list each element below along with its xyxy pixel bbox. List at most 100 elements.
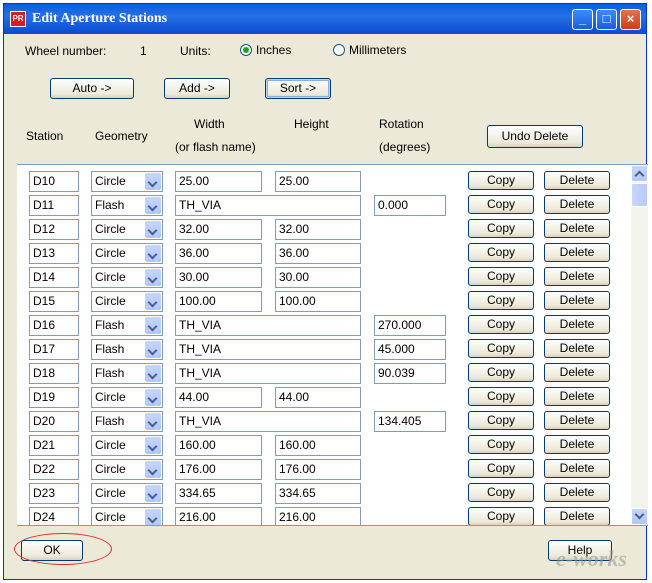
- geometry-select[interactable]: Circle: [91, 387, 163, 408]
- copy-button[interactable]: Copy: [468, 291, 534, 310]
- height-field[interactable]: 25.00: [275, 171, 361, 192]
- vertical-scrollbar[interactable]: [631, 165, 648, 525]
- chevron-down-icon[interactable]: [145, 413, 161, 430]
- rotation-field[interactable]: 0.000: [374, 195, 446, 216]
- chevron-down-icon[interactable]: [145, 509, 161, 525]
- delete-button[interactable]: Delete: [544, 507, 610, 525]
- delete-button[interactable]: Delete: [544, 243, 610, 262]
- geometry-select[interactable]: Circle: [91, 459, 163, 480]
- geometry-select[interactable]: Circle: [91, 483, 163, 504]
- delete-button[interactable]: Delete: [544, 171, 610, 190]
- rotation-field[interactable]: 134.405: [374, 411, 446, 432]
- minimize-button[interactable]: _: [572, 9, 593, 30]
- delete-button[interactable]: Delete: [544, 315, 610, 334]
- geometry-select[interactable]: Circle: [91, 171, 163, 192]
- delete-button[interactable]: Delete: [544, 387, 610, 406]
- station-field[interactable]: D18: [29, 363, 79, 384]
- chevron-down-icon[interactable]: [145, 197, 161, 214]
- width-field[interactable]: 176.00: [175, 459, 262, 480]
- delete-button[interactable]: Delete: [544, 195, 610, 214]
- rotation-field[interactable]: 90.039: [374, 363, 446, 384]
- close-button[interactable]: ×: [620, 9, 641, 30]
- width-field[interactable]: 36.00: [175, 243, 262, 264]
- delete-button[interactable]: Delete: [544, 459, 610, 478]
- chevron-down-icon[interactable]: [145, 293, 161, 310]
- add-button[interactable]: Add ->: [164, 78, 230, 99]
- width-field[interactable]: 44.00: [175, 387, 262, 408]
- chevron-down-icon[interactable]: [145, 245, 161, 262]
- chevron-down-icon[interactable]: [145, 437, 161, 454]
- delete-button[interactable]: Delete: [544, 435, 610, 454]
- width-field[interactable]: 160.00: [175, 435, 262, 456]
- height-field[interactable]: 30.00: [275, 267, 361, 288]
- millimeters-radio[interactable]: [333, 44, 345, 56]
- chevron-down-icon[interactable]: [145, 317, 161, 334]
- geometry-select[interactable]: Flash: [91, 363, 163, 384]
- maximize-button[interactable]: □: [596, 9, 617, 30]
- copy-button[interactable]: Copy: [468, 219, 534, 238]
- flash-name-field[interactable]: TH_VIA: [175, 195, 361, 216]
- delete-button[interactable]: Delete: [544, 339, 610, 358]
- copy-button[interactable]: Copy: [468, 411, 534, 430]
- chevron-down-icon[interactable]: [145, 461, 161, 478]
- undo-delete-button[interactable]: Undo Delete: [487, 125, 583, 148]
- copy-button[interactable]: Copy: [468, 435, 534, 454]
- width-field[interactable]: 100.00: [175, 291, 262, 312]
- copy-button[interactable]: Copy: [468, 507, 534, 525]
- station-field[interactable]: D17: [29, 339, 79, 360]
- scroll-thumb[interactable]: [631, 183, 648, 207]
- station-field[interactable]: D22: [29, 459, 79, 480]
- station-field[interactable]: D12: [29, 219, 79, 240]
- delete-button[interactable]: Delete: [544, 483, 610, 502]
- copy-button[interactable]: Copy: [468, 267, 534, 286]
- station-field[interactable]: D24: [29, 507, 79, 525]
- geometry-select[interactable]: Circle: [91, 291, 163, 312]
- station-field[interactable]: D14: [29, 267, 79, 288]
- geometry-select[interactable]: Flash: [91, 339, 163, 360]
- height-field[interactable]: 334.65: [275, 483, 361, 504]
- width-field[interactable]: 216.00: [175, 507, 262, 525]
- geometry-select[interactable]: Circle: [91, 219, 163, 240]
- chevron-down-icon[interactable]: [145, 269, 161, 286]
- height-field[interactable]: 32.00: [275, 219, 361, 240]
- station-field[interactable]: D11: [29, 195, 79, 216]
- chevron-down-icon[interactable]: [145, 485, 161, 502]
- rotation-field[interactable]: 45.000: [374, 339, 446, 360]
- inches-radio[interactable]: [240, 44, 252, 56]
- delete-button[interactable]: Delete: [544, 411, 610, 430]
- copy-button[interactable]: Copy: [468, 195, 534, 214]
- copy-button[interactable]: Copy: [468, 339, 534, 358]
- chevron-down-icon[interactable]: [145, 341, 161, 358]
- chevron-down-icon[interactable]: [145, 389, 161, 406]
- copy-button[interactable]: Copy: [468, 243, 534, 262]
- auto-button[interactable]: Auto ->: [50, 78, 134, 99]
- delete-button[interactable]: Delete: [544, 219, 610, 238]
- flash-name-field[interactable]: TH_VIA: [175, 315, 361, 336]
- station-field[interactable]: D20: [29, 411, 79, 432]
- station-field[interactable]: D19: [29, 387, 79, 408]
- station-field[interactable]: D23: [29, 483, 79, 504]
- sort-button[interactable]: Sort ->: [265, 78, 331, 99]
- title-bar[interactable]: PR Edit Aperture Stations _ □ ×: [4, 4, 646, 34]
- width-field[interactable]: 334.65: [175, 483, 262, 504]
- height-field[interactable]: 216.00: [275, 507, 361, 525]
- geometry-select[interactable]: Flash: [91, 411, 163, 432]
- flash-name-field[interactable]: TH_VIA: [175, 339, 361, 360]
- delete-button[interactable]: Delete: [544, 363, 610, 382]
- aperture-list[interactable]: D10 Circle 25.00 25.00 Copy Delete D11 Flash TH_…: [17, 164, 648, 526]
- station-field[interactable]: D10: [29, 171, 79, 192]
- height-field[interactable]: 160.00: [275, 435, 361, 456]
- width-field[interactable]: 25.00: [175, 171, 262, 192]
- geometry-select[interactable]: Flash: [91, 195, 163, 216]
- width-field[interactable]: 30.00: [175, 267, 262, 288]
- copy-button[interactable]: Copy: [468, 387, 534, 406]
- width-field[interactable]: 32.00: [175, 219, 262, 240]
- copy-button[interactable]: Copy: [468, 171, 534, 190]
- geometry-select[interactable]: Circle: [91, 435, 163, 456]
- chevron-down-icon[interactable]: [145, 365, 161, 382]
- delete-button[interactable]: Delete: [544, 267, 610, 286]
- geometry-select[interactable]: Circle: [91, 507, 163, 525]
- scroll-down-arrow-icon[interactable]: [631, 508, 648, 525]
- copy-button[interactable]: Copy: [468, 459, 534, 478]
- geometry-select[interactable]: Circle: [91, 243, 163, 264]
